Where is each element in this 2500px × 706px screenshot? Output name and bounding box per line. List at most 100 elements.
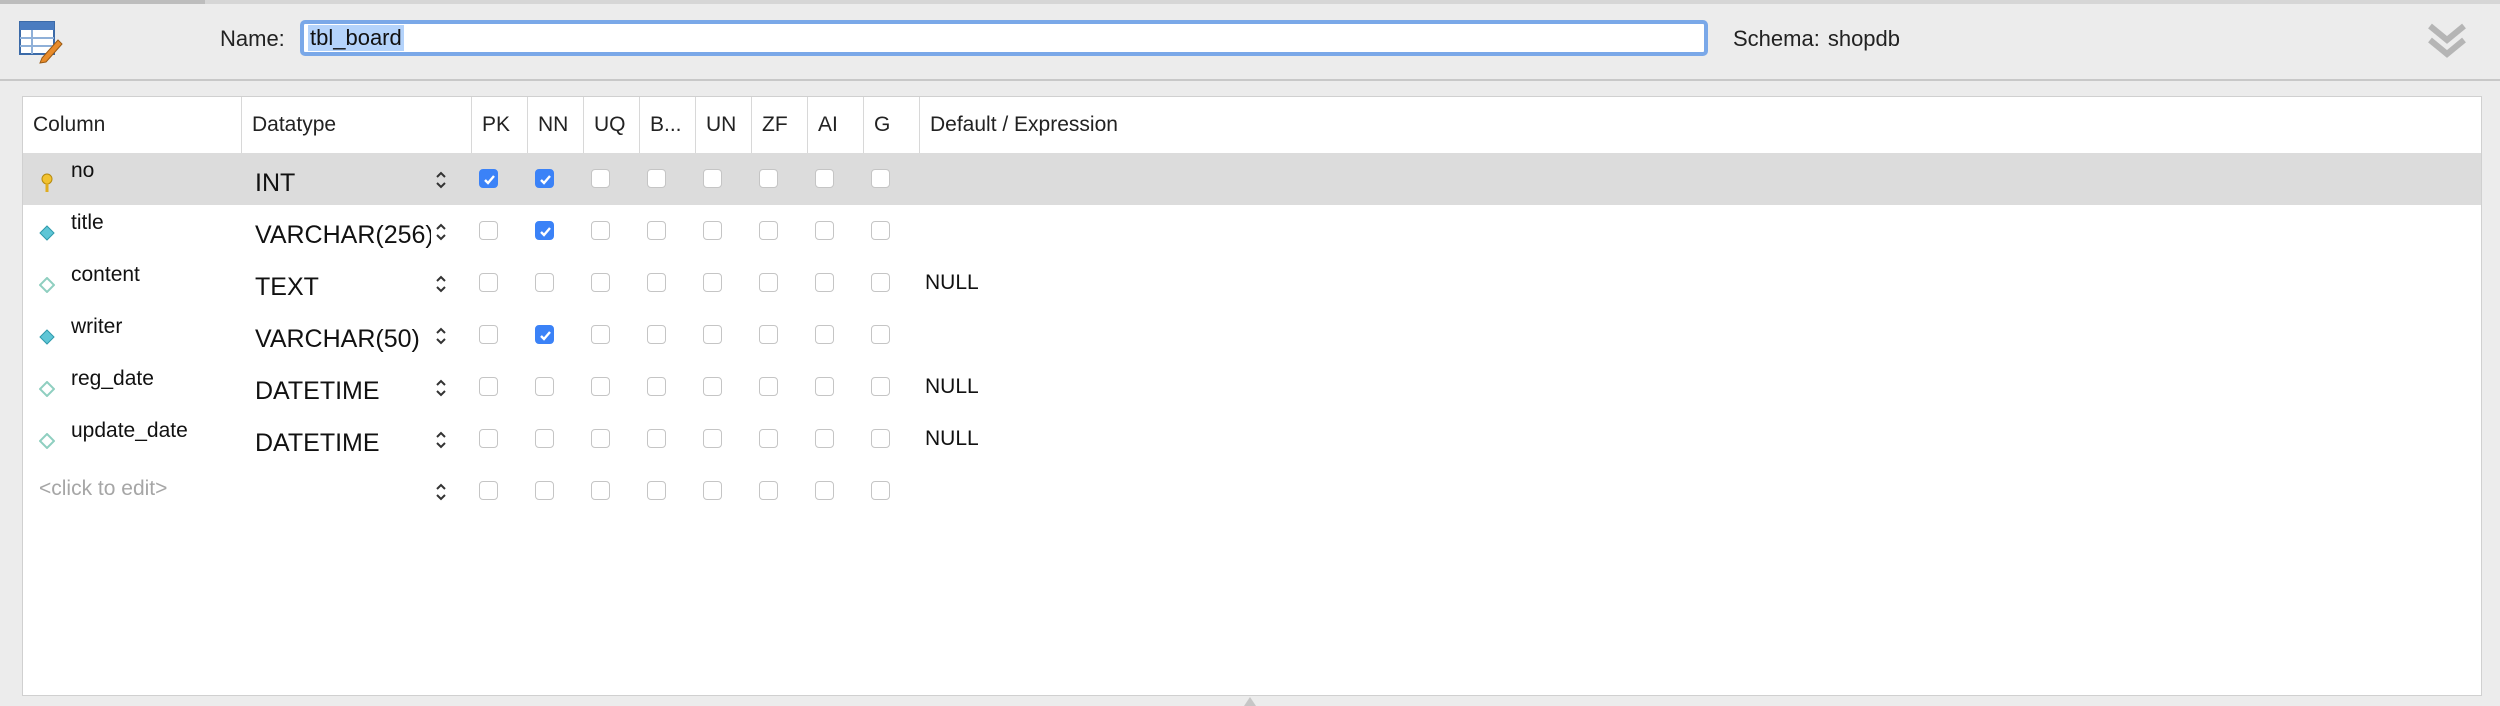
resize-handle-icon[interactable] <box>1244 697 1256 706</box>
collapse-chevron-icon[interactable] <box>2424 18 2470 64</box>
nn-checkbox[interactable] <box>535 325 554 344</box>
g-checkbox[interactable] <box>871 325 890 344</box>
column-name[interactable]: content <box>71 263 140 287</box>
g-checkbox[interactable] <box>871 221 890 240</box>
header-uq[interactable]: UQ <box>583 97 639 153</box>
column-row[interactable]: content TEXT NULL <box>23 257 2481 309</box>
datatype-stepper-icon[interactable] <box>435 481 447 503</box>
nn-checkbox[interactable] <box>535 273 554 292</box>
nn-checkbox[interactable] <box>535 377 554 396</box>
placeholder-row[interactable]: <click to edit> <box>23 465 2481 517</box>
pk-checkbox[interactable] <box>479 169 498 188</box>
column-datatype[interactable]: DATETIME <box>255 377 431 406</box>
nn-checkbox[interactable] <box>535 481 554 500</box>
column-row[interactable]: update_date DATETIME NULL <box>23 413 2481 465</box>
un-checkbox[interactable] <box>703 481 722 500</box>
zf-checkbox[interactable] <box>759 273 778 292</box>
default-expression[interactable]: NULL <box>925 375 979 399</box>
header-nn[interactable]: NN <box>527 97 583 153</box>
uq-checkbox[interactable] <box>591 377 610 396</box>
table-name-input[interactable]: tbl_board <box>300 20 1708 56</box>
g-checkbox[interactable] <box>871 429 890 448</box>
datatype-stepper-icon[interactable] <box>435 429 447 451</box>
un-checkbox[interactable] <box>703 325 722 344</box>
uq-checkbox[interactable] <box>591 481 610 500</box>
datatype-stepper-icon[interactable] <box>435 221 447 243</box>
zf-checkbox[interactable] <box>759 221 778 240</box>
un-checkbox[interactable] <box>703 221 722 240</box>
nn-checkbox[interactable] <box>535 221 554 240</box>
column-name[interactable]: update_date <box>71 419 188 443</box>
header-b[interactable]: B... <box>639 97 695 153</box>
nn-checkbox[interactable] <box>535 169 554 188</box>
default-expression[interactable]: NULL <box>925 271 979 295</box>
datatype-stepper-icon[interactable] <box>435 377 447 399</box>
header-g[interactable]: G <box>863 97 919 153</box>
default-expression[interactable]: NULL <box>925 427 979 451</box>
g-checkbox[interactable] <box>871 377 890 396</box>
uq-checkbox[interactable] <box>591 273 610 292</box>
column-row[interactable]: reg_date DATETIME NULL <box>23 361 2481 413</box>
column-name[interactable]: no <box>71 159 94 183</box>
ai-checkbox[interactable] <box>815 429 834 448</box>
pk-checkbox[interactable] <box>479 273 498 292</box>
b-checkbox[interactable] <box>647 377 666 396</box>
column-row[interactable]: title VARCHAR(256) <box>23 205 2481 257</box>
un-checkbox[interactable] <box>703 169 722 188</box>
column-datatype[interactable]: VARCHAR(256) <box>255 221 431 250</box>
pk-checkbox[interactable] <box>479 377 498 396</box>
ai-checkbox[interactable] <box>815 169 834 188</box>
column-name[interactable]: writer <box>71 315 122 339</box>
column-datatype[interactable]: INT <box>255 169 431 198</box>
b-checkbox[interactable] <box>647 481 666 500</box>
uq-checkbox[interactable] <box>591 221 610 240</box>
datatype-stepper-icon[interactable] <box>435 273 447 295</box>
header-datatype[interactable]: Datatype <box>241 97 471 153</box>
column-row[interactable]: writer VARCHAR(50) <box>23 309 2481 361</box>
b-checkbox[interactable] <box>647 273 666 292</box>
g-checkbox[interactable] <box>871 481 890 500</box>
un-checkbox[interactable] <box>703 429 722 448</box>
pk-checkbox[interactable] <box>479 429 498 448</box>
uq-checkbox[interactable] <box>591 429 610 448</box>
header-pk[interactable]: PK <box>471 97 527 153</box>
g-checkbox[interactable] <box>871 169 890 188</box>
nn-checkbox[interactable] <box>535 429 554 448</box>
zf-checkbox[interactable] <box>759 325 778 344</box>
header-ai[interactable]: AI <box>807 97 863 153</box>
b-checkbox[interactable] <box>647 169 666 188</box>
header-column[interactable]: Column <box>23 97 241 153</box>
b-checkbox[interactable] <box>647 429 666 448</box>
un-checkbox[interactable] <box>703 273 722 292</box>
ai-checkbox[interactable] <box>815 273 834 292</box>
pk-checkbox[interactable] <box>479 481 498 500</box>
uq-checkbox[interactable] <box>591 325 610 344</box>
g-checkbox[interactable] <box>871 273 890 292</box>
column-datatype[interactable]: TEXT <box>255 273 431 302</box>
zf-checkbox[interactable] <box>759 377 778 396</box>
ai-checkbox[interactable] <box>815 221 834 240</box>
ai-checkbox[interactable] <box>815 377 834 396</box>
header-un[interactable]: UN <box>695 97 751 153</box>
un-checkbox[interactable] <box>703 377 722 396</box>
datatype-stepper-icon[interactable] <box>435 169 447 191</box>
pk-checkbox[interactable] <box>479 325 498 344</box>
header-zf[interactable]: ZF <box>751 97 807 153</box>
column-name[interactable]: title <box>71 211 104 235</box>
b-checkbox[interactable] <box>647 325 666 344</box>
header-default[interactable]: Default / Expression <box>919 97 1319 153</box>
click-to-edit-placeholder[interactable]: <click to edit> <box>39 477 167 501</box>
datatype-stepper-icon[interactable] <box>435 325 447 347</box>
column-datatype[interactable]: DATETIME <box>255 429 431 458</box>
pk-checkbox[interactable] <box>479 221 498 240</box>
ai-checkbox[interactable] <box>815 325 834 344</box>
ai-checkbox[interactable] <box>815 481 834 500</box>
b-checkbox[interactable] <box>647 221 666 240</box>
zf-checkbox[interactable] <box>759 169 778 188</box>
column-name[interactable]: reg_date <box>71 367 154 391</box>
zf-checkbox[interactable] <box>759 429 778 448</box>
zf-checkbox[interactable] <box>759 481 778 500</box>
column-datatype[interactable]: VARCHAR(50) <box>255 325 431 354</box>
uq-checkbox[interactable] <box>591 169 610 188</box>
column-row[interactable]: no INT <box>23 153 2481 205</box>
